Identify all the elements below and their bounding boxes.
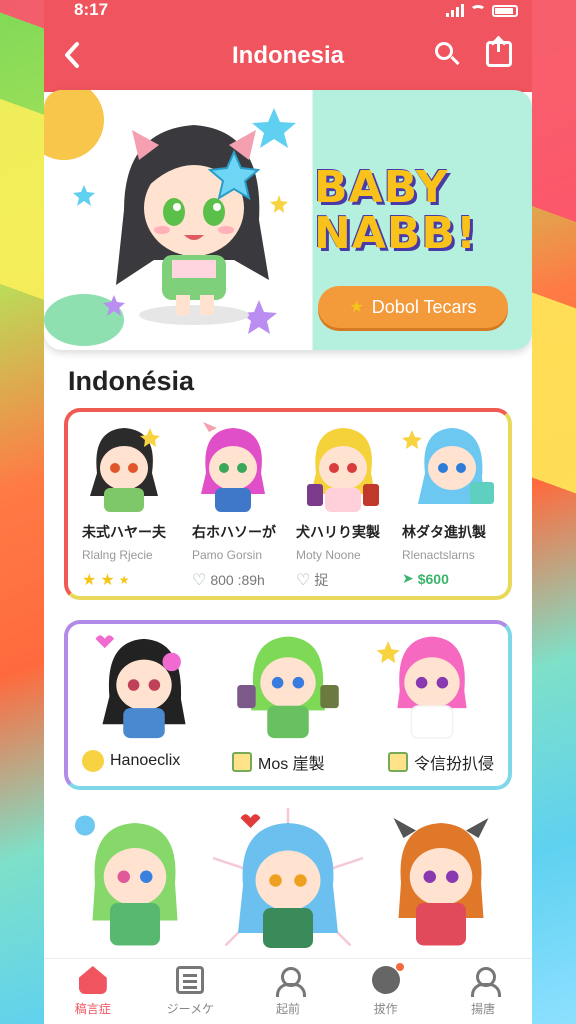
banner-cta-button[interactable]: ★ Dobol Tecars xyxy=(318,286,508,328)
profile-icon xyxy=(469,966,502,997)
character-row xyxy=(64,808,512,958)
status-time: 8:17 xyxy=(74,0,109,19)
banner-character-image xyxy=(44,90,296,346)
nav-bar: Indonesia xyxy=(44,36,532,76)
game-icon xyxy=(371,963,404,994)
home-icon xyxy=(78,966,107,994)
character-image[interactable] xyxy=(228,626,348,744)
status-bar: 8:17 xyxy=(44,0,532,24)
promo-banner[interactable]: BABY NABB! ★ Dobol Tecars xyxy=(44,90,532,350)
character-image[interactable] xyxy=(70,808,200,958)
character-image[interactable] xyxy=(372,626,492,744)
character-image[interactable] xyxy=(72,418,176,518)
character-label-1[interactable]: Hanoeclix xyxy=(82,750,180,772)
wifi-icon xyxy=(470,4,486,17)
app-header: 8:17 Indonesia xyxy=(44,0,532,92)
search-button[interactable] xyxy=(432,40,462,70)
character-image[interactable] xyxy=(291,418,395,518)
tab-list[interactable]: ジーメケ xyxy=(150,966,230,1017)
banner-title: BABY NABB! xyxy=(314,162,478,259)
share-button[interactable] xyxy=(486,38,512,67)
featured-grid xyxy=(72,418,504,518)
tab-profile[interactable]: 揚唐 xyxy=(443,966,523,1017)
signal-icon xyxy=(446,4,464,17)
bottom-tab-bar: 稿言症 ジーメケ 起前 拔作 揚唐 xyxy=(44,958,532,1024)
heart-icon: ♡ xyxy=(192,572,207,589)
battery-icon xyxy=(492,4,518,17)
character-label-2[interactable]: Mos 崖製 xyxy=(232,750,325,774)
tab-user[interactable]: 起前 xyxy=(248,966,328,1017)
featured-item-3[interactable]: 犬ハリり実製 Moty Noone ♡ 捉 xyxy=(296,522,400,590)
character-image[interactable] xyxy=(212,808,363,958)
character-label-3[interactable]: 令信扮扒侵 xyxy=(388,750,494,774)
character-card: Hanoeclix Mos 崖製 令信扮扒侵 xyxy=(64,620,512,790)
character-image[interactable] xyxy=(181,418,285,518)
smiley-icon xyxy=(82,750,104,772)
section-title: Indonésia xyxy=(68,366,195,396)
list-icon xyxy=(176,966,205,994)
user-icon xyxy=(274,966,306,997)
phone-screen: 8:17 Indonesia BABY NABB! ★ Dobol Tecars… xyxy=(44,0,532,1024)
featured-item-2[interactable]: 右ホハソーが Pamo Gorsin ♡ 800 :89h xyxy=(192,522,296,590)
tab-game[interactable]: 拔作 xyxy=(346,963,426,1017)
star-icon: ★ xyxy=(349,299,364,316)
character-image[interactable] xyxy=(84,626,204,744)
featured-item-1[interactable]: 未式ハヤー夫 Rlalng Rjecie ★ ★ ★ xyxy=(82,522,186,590)
status-icons xyxy=(446,4,518,17)
character-image[interactable] xyxy=(376,808,506,958)
rating-stars: ★ ★ ★ xyxy=(82,572,130,589)
featured-item-4[interactable]: 林ダタ進扒製 Rlenactslarns ➤ $600 xyxy=(402,522,506,587)
heart-icon: ♡ xyxy=(296,572,311,589)
tab-home[interactable]: 稿言症 xyxy=(53,966,133,1017)
frame-icon xyxy=(232,752,252,772)
banner-cta-label: Dobol Tecars xyxy=(371,296,477,317)
featured-card: 未式ハヤー夫 Rlalng Rjecie ★ ★ ★ 右ホハソーが Pamo Gor… xyxy=(64,408,512,600)
character-image[interactable] xyxy=(400,418,504,518)
money-icon: ➤ xyxy=(402,570,414,586)
gift-icon xyxy=(388,752,408,772)
